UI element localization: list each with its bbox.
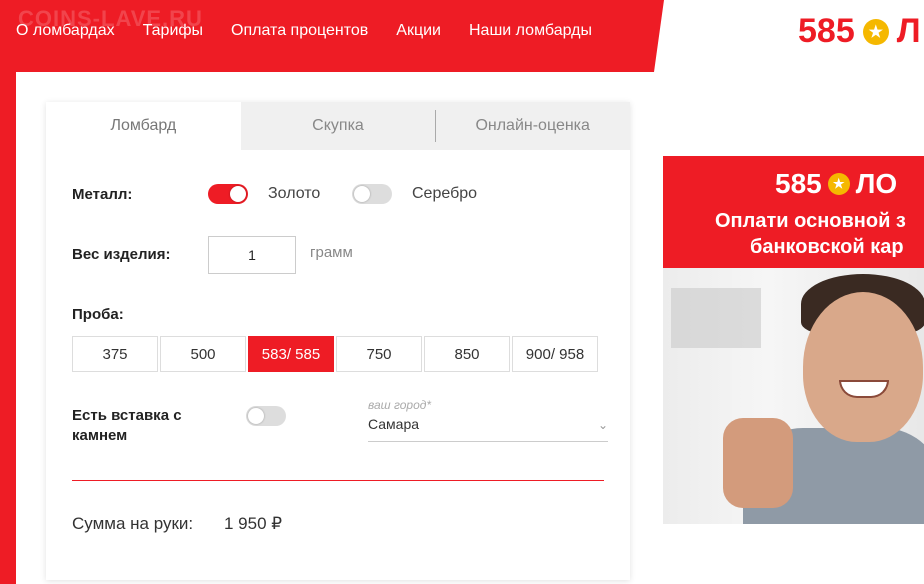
banner-line-2: банковской кар [750, 236, 904, 258]
weight-input[interactable]: 1 [208, 236, 296, 274]
tab-pawnshop[interactable]: Ломбард [46, 102, 241, 150]
city-placeholder: ваш город* [368, 398, 432, 412]
chevron-down-icon: ⌄ [597, 418, 608, 432]
star-icon: ★ [827, 173, 850, 195]
assay-option-375[interactable]: 375 [72, 336, 158, 372]
silver-label[interactable]: Серебро [412, 185, 477, 203]
left-red-stripe [0, 0, 16, 584]
banner-photo [663, 268, 924, 524]
nav-item-locations[interactable]: Наши ломбарды [469, 22, 592, 40]
logo-text: 585 [798, 12, 855, 50]
toggle-knob [354, 186, 370, 202]
nav-item-promotions[interactable]: Акции [396, 22, 441, 40]
logo-partial: Л [896, 12, 921, 50]
weight-unit: грамм [310, 244, 353, 261]
divider [72, 480, 604, 481]
calculator-tabs: Ломбард Скупка Онлайн-оценка [46, 102, 631, 150]
assay-option-958[interactable]: 900/ 958 [512, 336, 598, 372]
assay-option-850[interactable]: 850 [424, 336, 510, 372]
nav-item-tariffs[interactable]: Тарифы [143, 22, 203, 40]
stone-label: Есть вставка с камнем [72, 407, 182, 444]
tab-online-estimate[interactable]: Онлайн-оценка [435, 102, 631, 150]
weight-label: Вес изделия: [72, 246, 171, 263]
banner-logo-partial: ЛО [855, 168, 898, 199]
top-nav: О ломбардах Тарифы Оплата процентов Акци… [16, 22, 592, 40]
nav-item-about[interactable]: О ломбардах [16, 22, 115, 40]
person-face [803, 292, 923, 442]
assay-option-585[interactable]: 583/ 585 [248, 336, 334, 372]
banner-logo: 585 ★ ЛО [775, 168, 897, 200]
city-value: Самара [368, 416, 420, 432]
banner-logo-text: 585 [775, 168, 822, 199]
metal-label: Металл: [72, 186, 133, 203]
tab-buyout[interactable]: Скупка [240, 102, 436, 150]
toggle-knob [248, 408, 264, 424]
banner-text: Оплати основной з банковской кар [715, 208, 906, 260]
nav-item-payment[interactable]: Оплата процентов [231, 22, 368, 40]
background-blur [671, 288, 761, 348]
site-logo[interactable]: 585 ★ Л [798, 12, 921, 51]
page: COINS-LAVE.RU О ломбардах Тарифы Оплата … [0, 0, 924, 584]
sum-value: 1 950 ₽ [224, 514, 283, 533]
gold-toggle[interactable] [208, 184, 248, 204]
assay-option-750[interactable]: 750 [336, 336, 422, 372]
assay-label: Проба: [72, 306, 124, 323]
banner-line-1: Оплати основной з [715, 210, 906, 232]
banner-header: 585 ★ ЛО Оплати основной з банковской ка… [663, 156, 924, 268]
pawn-calculator: Ломбард Скупка Онлайн-оценка Металл: Зол… [46, 102, 631, 580]
sum-label: Сумма на руки: [72, 514, 194, 533]
city-select[interactable]: Самара ⌄ [368, 416, 608, 442]
assay-option-500[interactable]: 500 [160, 336, 246, 372]
thumbs-up-hand [723, 418, 793, 508]
assay-options: 375 500 583/ 585 750 850 900/ 958 [72, 336, 598, 372]
star-icon: ★ [862, 18, 889, 45]
stone-toggle[interactable] [246, 406, 286, 426]
toggle-knob [230, 186, 246, 202]
silver-toggle[interactable] [352, 184, 392, 204]
promo-banner[interactable]: 585 ★ ЛО Оплати основной з банковской ка… [663, 156, 924, 524]
gold-label[interactable]: Золото [268, 185, 320, 203]
